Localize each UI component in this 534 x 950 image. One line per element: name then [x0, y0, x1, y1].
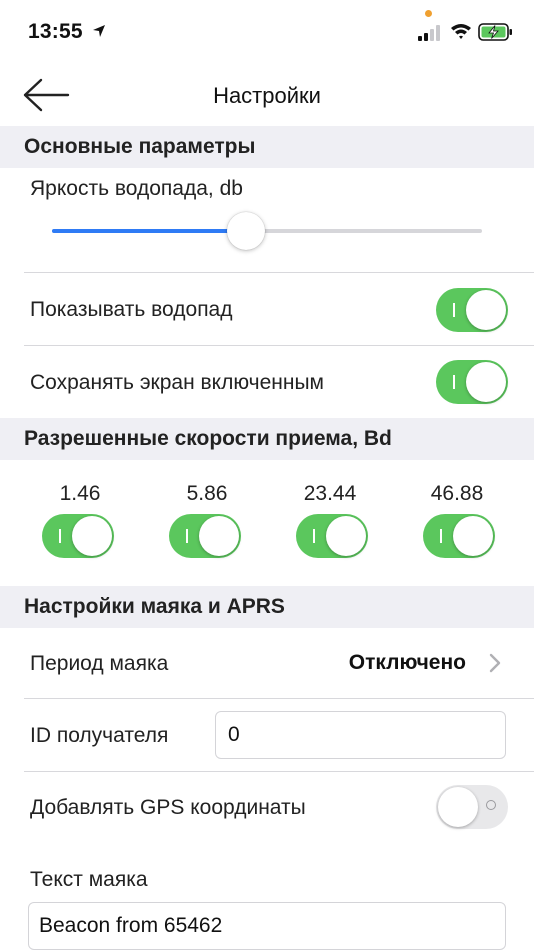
speed-toggle-1[interactable] — [42, 514, 114, 558]
speed-toggle-3[interactable] — [296, 514, 368, 558]
location-arrow-icon — [93, 25, 105, 37]
brightness-label: Яркость водопада, db — [30, 177, 243, 200]
chevron-right-icon[interactable] — [488, 652, 502, 674]
section-header-speeds: Разрешенные скорости приема, Bd — [0, 418, 534, 460]
page-title: Настройки — [213, 83, 321, 108]
beacon-period-label: Период маяка — [30, 652, 169, 675]
status-time: 13:55 — [28, 20, 83, 43]
show-waterfall-row: Показывать водопад — [0, 273, 534, 345]
brightness-slider-fill — [52, 229, 246, 233]
brightness-slider-thumb[interactable] — [226, 212, 265, 250]
recipient-row: ID получателя — [0, 699, 534, 771]
section-header-main: Основные параметры — [0, 126, 534, 168]
beacon-text-label: Текст маяка — [30, 868, 148, 891]
speed-toggle-2[interactable] — [169, 514, 241, 558]
beacon-period-row[interactable]: Период маяка Отключено — [0, 628, 534, 698]
speeds-row: 1.46 5.86 23.44 46.88 — [0, 460, 534, 586]
brightness-slider[interactable] — [52, 212, 482, 250]
beacon-period-value: Отключено — [348, 651, 466, 674]
status-bar: 13:55 — [0, 0, 534, 64]
battery-charging-icon — [478, 23, 512, 41]
gps-toggle[interactable] — [436, 785, 508, 829]
cellular-signal-icon — [418, 25, 440, 41]
gps-label: Добавлять GPS координаты — [30, 796, 306, 819]
privacy-indicator-icon — [425, 10, 432, 17]
beacon-text-row: Текст маяка — [0, 844, 534, 950]
keep-screen-toggle[interactable] — [436, 360, 508, 404]
recipient-label: ID получателя — [30, 724, 169, 747]
wifi-icon — [451, 24, 471, 39]
speed-label-2: 5.86 — [186, 482, 228, 505]
navigation-bar: Настройки — [0, 64, 534, 126]
keep-screen-label: Сохранять экран включенным — [30, 371, 324, 394]
gps-row: Добавлять GPS координаты — [0, 772, 534, 844]
show-waterfall-toggle[interactable] — [436, 288, 508, 332]
section-header-beacon: Настройки маяка и APRS — [0, 586, 534, 628]
beacon-text-input[interactable] — [28, 902, 506, 950]
speed-toggle-4[interactable] — [423, 514, 495, 558]
speed-label-4: 46.88 — [430, 482, 484, 505]
show-waterfall-label: Показывать водопад — [30, 298, 233, 321]
speed-label-1: 1.46 — [59, 482, 101, 505]
recipient-id-input[interactable] — [215, 711, 506, 759]
keep-screen-row: Сохранять экран включенным — [0, 346, 534, 418]
speed-label-3: 23.44 — [303, 482, 357, 505]
brightness-row: Яркость водопада, db — [0, 168, 534, 272]
